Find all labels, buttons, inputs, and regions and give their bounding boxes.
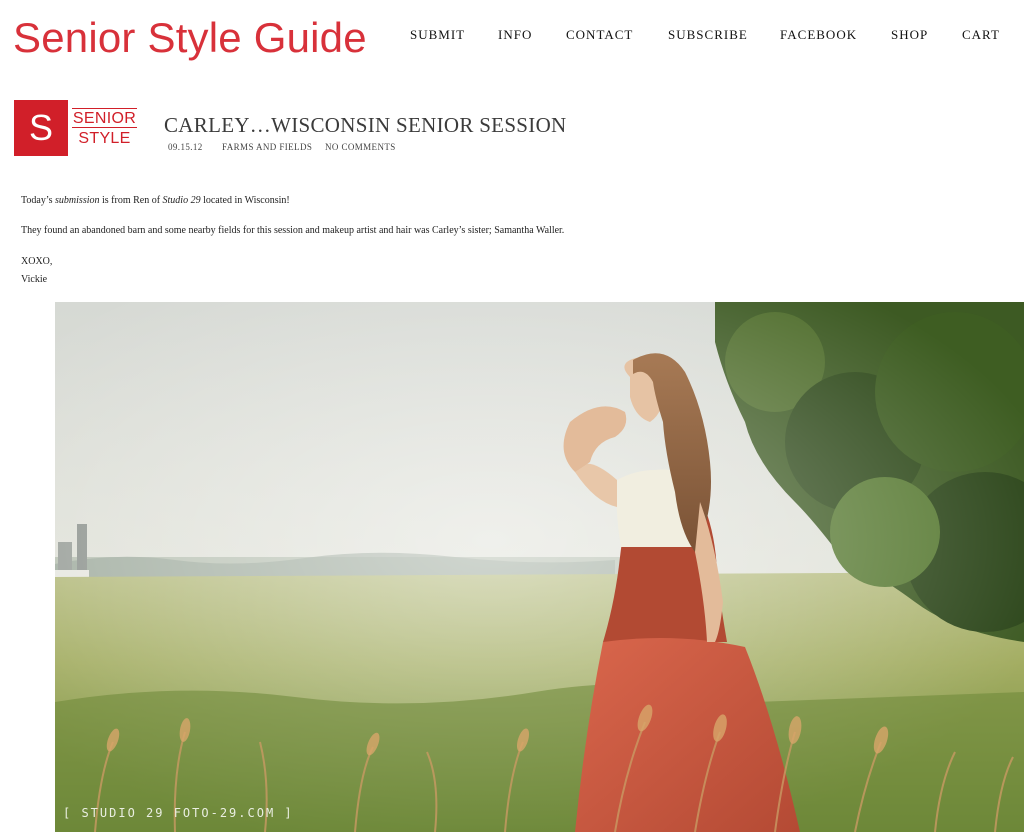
intro-text-e: located in Wisconsin! [200, 195, 290, 206]
post-paragraph-details: They found an abandoned barn and some ne… [21, 225, 565, 236]
logo-word-style: STYLE [78, 130, 131, 147]
photo-illustration [55, 302, 1024, 832]
nav-facebook[interactable]: FACEBOOK [780, 27, 857, 43]
intro-text-c: is from Ren of [99, 195, 163, 206]
post-paragraph-intro: Today’s submission is from Ren of Studio… [21, 193, 290, 208]
post-signoff-name: Vickie [21, 274, 48, 285]
nav-contact[interactable]: CONTACT [566, 27, 633, 43]
logo-middle-rule [72, 127, 137, 128]
post-photo[interactable]: [ STUDIO 29 FOTO-29.COM ] [55, 302, 1024, 832]
main-nav: SUBMIT INFO CONTACT SUBSCRIBE FACEBOOK S… [0, 27, 1024, 45]
senior-style-logo: S SENIOR STYLE [14, 100, 138, 156]
logo-word-senior: SENIOR [72, 110, 137, 127]
nav-shop[interactable]: SHOP [891, 27, 928, 43]
nav-cart[interactable]: CART [962, 27, 1000, 43]
post-category-link[interactable]: FARMS AND FIELDS [222, 142, 312, 152]
nav-submit[interactable]: SUBMIT [410, 27, 465, 43]
post-date: 09.15.12 [168, 142, 203, 152]
nav-subscribe[interactable]: SUBSCRIBE [668, 27, 748, 43]
nav-info[interactable]: INFO [498, 27, 532, 43]
photo-watermark: [ STUDIO 29 FOTO-29.COM ] [63, 806, 294, 820]
intro-text-studio: Studio 29 [162, 195, 201, 206]
post-comments-link[interactable]: NO COMMENTS [325, 142, 396, 152]
post-title[interactable]: CARLEY…WISCONSIN SENIOR SESSION [164, 112, 567, 138]
post-signoff-xoxo: XOXO, [21, 256, 53, 267]
logo-letter: S [28, 107, 53, 148]
intro-text-submission: submission [55, 195, 100, 206]
intro-text-a: Today’s [21, 195, 56, 206]
logo-s-box: S [14, 100, 68, 156]
